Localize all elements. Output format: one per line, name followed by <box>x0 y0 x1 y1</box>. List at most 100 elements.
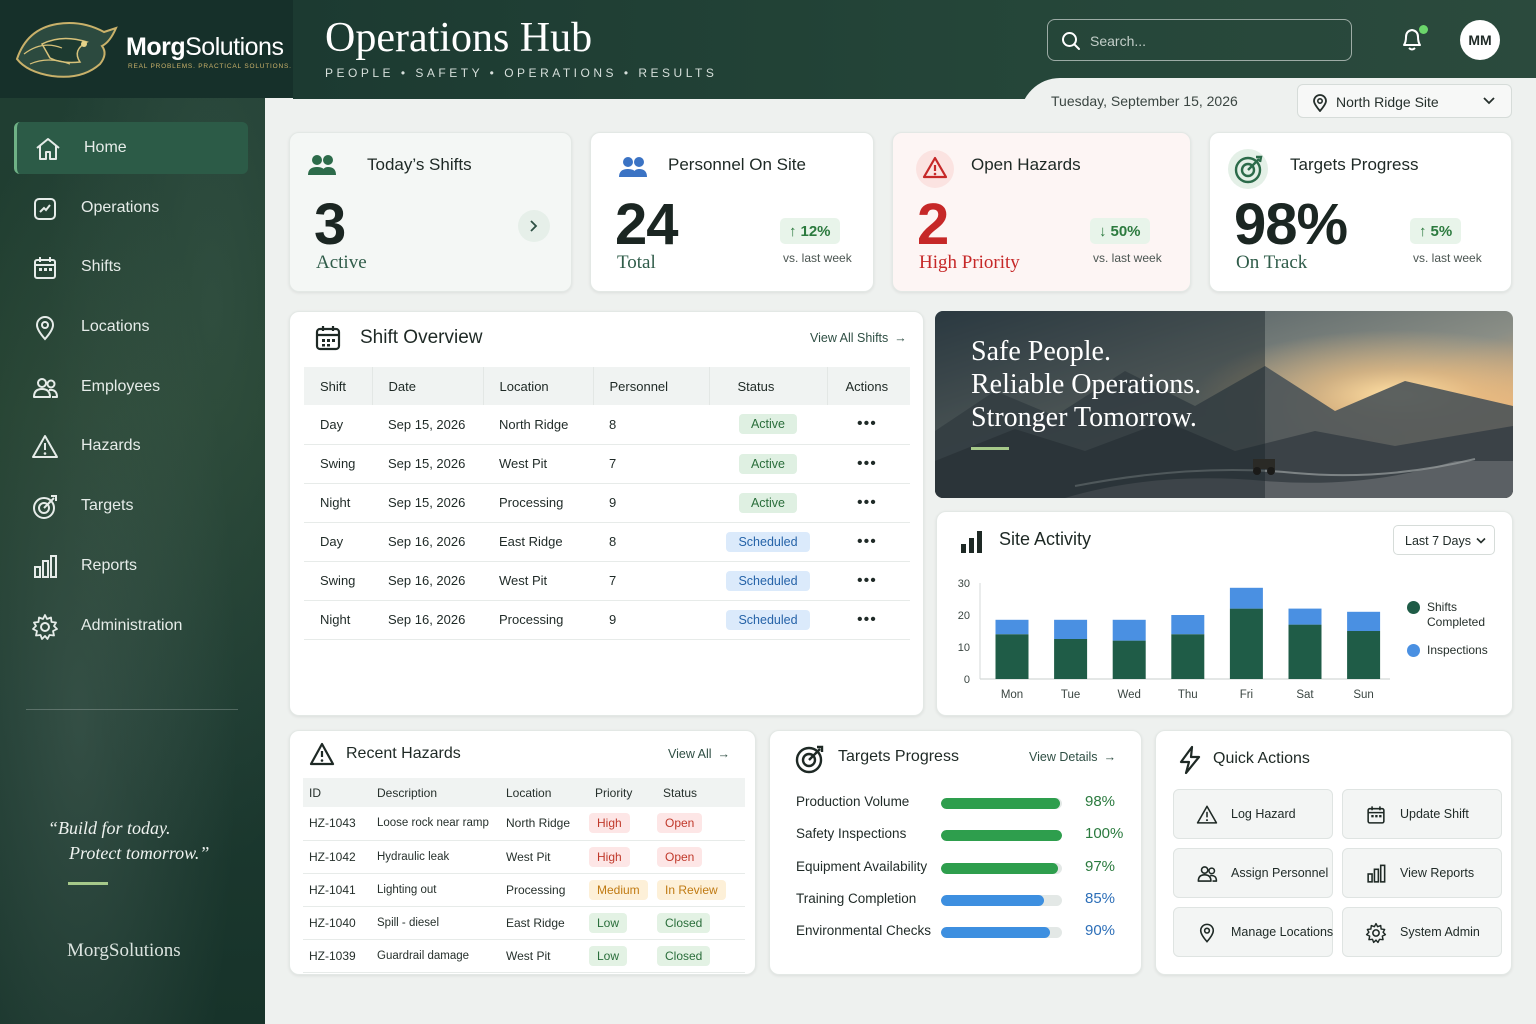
target-row: Environmental Checks 90% <box>796 922 1136 942</box>
sidebar-item-operations[interactable]: Operations <box>14 182 248 234</box>
page-subtitle: PEOPLE • SAFETY • OPERATIONS • RESULTS <box>325 66 718 80</box>
range-selector[interactable]: Last 7 Days <box>1393 525 1495 555</box>
more-actions-button[interactable]: ••• <box>857 494 877 511</box>
hero-line: Stronger Tomorrow. <box>971 402 1197 433</box>
quick-action-system-admin-button[interactable]: System Admin <box>1342 907 1502 957</box>
bar-shifts-completed[interactable] <box>1112 640 1146 679</box>
cell-date: Sep 16, 2026 <box>372 522 483 562</box>
search-input[interactable] <box>1090 30 1330 52</box>
quick-action-log-hazard-button[interactable]: Log Hazard <box>1173 789 1333 839</box>
sidebar-item-hazards[interactable]: Hazards <box>14 420 248 472</box>
table-row[interactable]: HZ-1041 Lighting out Processing Medium I… <box>303 873 745 907</box>
bar-inspections[interactable] <box>995 619 1029 635</box>
column-header[interactable]: Location <box>500 778 589 807</box>
more-actions-button[interactable]: ••• <box>857 611 877 628</box>
user-avatar[interactable]: MM <box>1460 20 1500 60</box>
view-all-hazards-link[interactable]: View All → <box>668 747 730 761</box>
cell-description: Guardrail damage <box>371 939 500 973</box>
sidebar-item-targets[interactable]: Targets <box>14 480 248 532</box>
table-row[interactable]: Day Sep 15, 2026 North Ridge 8 Active ••… <box>304 405 910 445</box>
sidebar-item-locations[interactable]: Locations <box>14 301 248 353</box>
site-selector-value: North Ridge Site <box>1336 94 1439 110</box>
sidebar-item-label: Reports <box>81 556 138 574</box>
column-header[interactable]: Personnel <box>593 367 710 405</box>
table-row[interactable]: HZ-1042 Hydraulic leak West Pit High Ope… <box>303 840 745 874</box>
cell-id: HZ-1042 <box>303 840 371 874</box>
view-details-link[interactable]: View Details → <box>1029 750 1116 764</box>
sidebar-item-shifts[interactable]: Shifts <box>14 241 248 293</box>
bar-inspections[interactable] <box>1347 611 1381 631</box>
quick-action-assign-personnel-button[interactable]: Assign Personnel <box>1173 848 1333 898</box>
kpi-value: 24 <box>615 192 679 257</box>
more-actions-button[interactable]: ••• <box>857 415 877 432</box>
column-header[interactable]: ID <box>303 778 371 807</box>
search-box[interactable] <box>1047 19 1352 61</box>
sidebar-item-administration[interactable]: Administration <box>14 600 248 652</box>
hero-banner: Safe People. Reliable Operations. Strong… <box>935 311 1513 498</box>
table-row[interactable]: HZ-1040 Spill - diesel East Ridge Low Cl… <box>303 906 745 940</box>
column-header[interactable]: Description <box>371 778 500 807</box>
bar-shifts-completed[interactable] <box>1229 608 1263 679</box>
y-tick-label: 20 <box>958 610 970 622</box>
quote-line-1: “Build for today. <box>48 818 171 838</box>
column-header[interactable]: Status <box>709 367 828 405</box>
chevron-right-icon <box>530 220 538 232</box>
bar-shifts-completed[interactable] <box>1054 639 1088 679</box>
kpi-card-open-hazards[interactable]: Open Hazards 2 High Priority ↓ 50% vs. la… <box>892 132 1191 292</box>
column-header[interactable]: Location <box>483 367 594 405</box>
lion-logo-icon <box>15 22 118 78</box>
kpi-card-personnel[interactable]: Personnel On Site 24 Total ↑ 12% vs. last… <box>590 132 874 292</box>
bar-inspections[interactable] <box>1054 619 1088 639</box>
sidebar-item-home[interactable]: Home <box>14 122 248 174</box>
hero-line: Safe People. <box>971 336 1111 367</box>
cell-location: Processing <box>483 600 593 640</box>
site-selector[interactable]: North Ridge Site <box>1297 84 1512 118</box>
column-header[interactable]: Date <box>372 367 484 405</box>
brand-logo[interactable]: MorgSolutions REAL PROBLEMS. PRACTICAL S… <box>0 0 293 98</box>
home-icon <box>34 135 62 163</box>
quick-action-view-reports-button[interactable]: View Reports <box>1342 848 1502 898</box>
progress-fill <box>941 927 1050 939</box>
table-row[interactable]: Night Sep 16, 2026 Processing 9 Schedule… <box>304 600 910 640</box>
table-row[interactable]: HZ-1039 Guardrail damage West Pit Low Cl… <box>303 939 745 973</box>
chevron-down-icon <box>1476 537 1486 544</box>
kpi-open-button[interactable] <box>518 210 550 242</box>
table-row[interactable]: Swing Sep 15, 2026 West Pit 7 Active ••• <box>304 444 910 484</box>
bar-inspections[interactable] <box>1229 587 1263 609</box>
more-actions-button[interactable]: ••• <box>857 533 877 550</box>
target-percent: 90% <box>1085 922 1116 940</box>
bar-shifts-completed[interactable] <box>995 634 1029 679</box>
bar-inspections[interactable] <box>1171 615 1205 635</box>
sidebar-item-employees[interactable]: Employees <box>14 361 248 413</box>
arrow-up-icon: ↑ <box>789 222 797 240</box>
cell-id: HZ-1043 <box>303 807 371 841</box>
bar-inspections[interactable] <box>1288 608 1322 625</box>
warning-icon <box>32 435 58 459</box>
table-row[interactable]: Night Sep 15, 2026 Processing 9 Active •… <box>304 483 910 523</box>
kpi-card-targets[interactable]: Targets Progress 98% On Track ↑ 5% vs. la… <box>1209 132 1512 292</box>
column-header[interactable]: Actions <box>827 367 910 405</box>
view-all-shifts-link[interactable]: View All Shifts → <box>810 331 907 345</box>
cell-actions: ••• <box>827 405 910 445</box>
kpi-card-todays-shifts[interactable]: Today’s Shifts 3 Active <box>289 132 572 292</box>
bar-shifts-completed[interactable] <box>1288 624 1322 679</box>
bar-shifts-completed[interactable] <box>1171 634 1205 679</box>
bar-shifts-completed[interactable] <box>1347 631 1381 679</box>
progress-track <box>941 798 1062 809</box>
cell-id: HZ-1040 <box>303 906 371 940</box>
column-header[interactable]: Shift <box>304 367 373 405</box>
column-header[interactable]: Status <box>657 778 745 807</box>
sidebar-item-reports[interactable]: Reports <box>14 540 248 592</box>
more-actions-button[interactable]: ••• <box>857 455 877 472</box>
table-row[interactable]: Swing Sep 16, 2026 West Pit 7 Scheduled … <box>304 561 910 601</box>
bar-inspections[interactable] <box>1112 619 1146 641</box>
more-actions-button[interactable]: ••• <box>857 572 877 589</box>
quick-action-update-shift-button[interactable]: Update Shift <box>1342 789 1502 839</box>
cell-location: North Ridge <box>483 405 593 445</box>
quick-action-manage-locations-button[interactable]: Manage Locations <box>1173 907 1333 957</box>
table-row[interactable]: Day Sep 16, 2026 East Ridge 8 Scheduled … <box>304 522 910 562</box>
table-row[interactable]: HZ-1043 Loose rock near ramp North Ridge… <box>303 807 745 841</box>
column-header[interactable]: Priority <box>589 778 657 807</box>
users-icon <box>619 157 647 177</box>
notifications-button[interactable] <box>1398 25 1428 53</box>
